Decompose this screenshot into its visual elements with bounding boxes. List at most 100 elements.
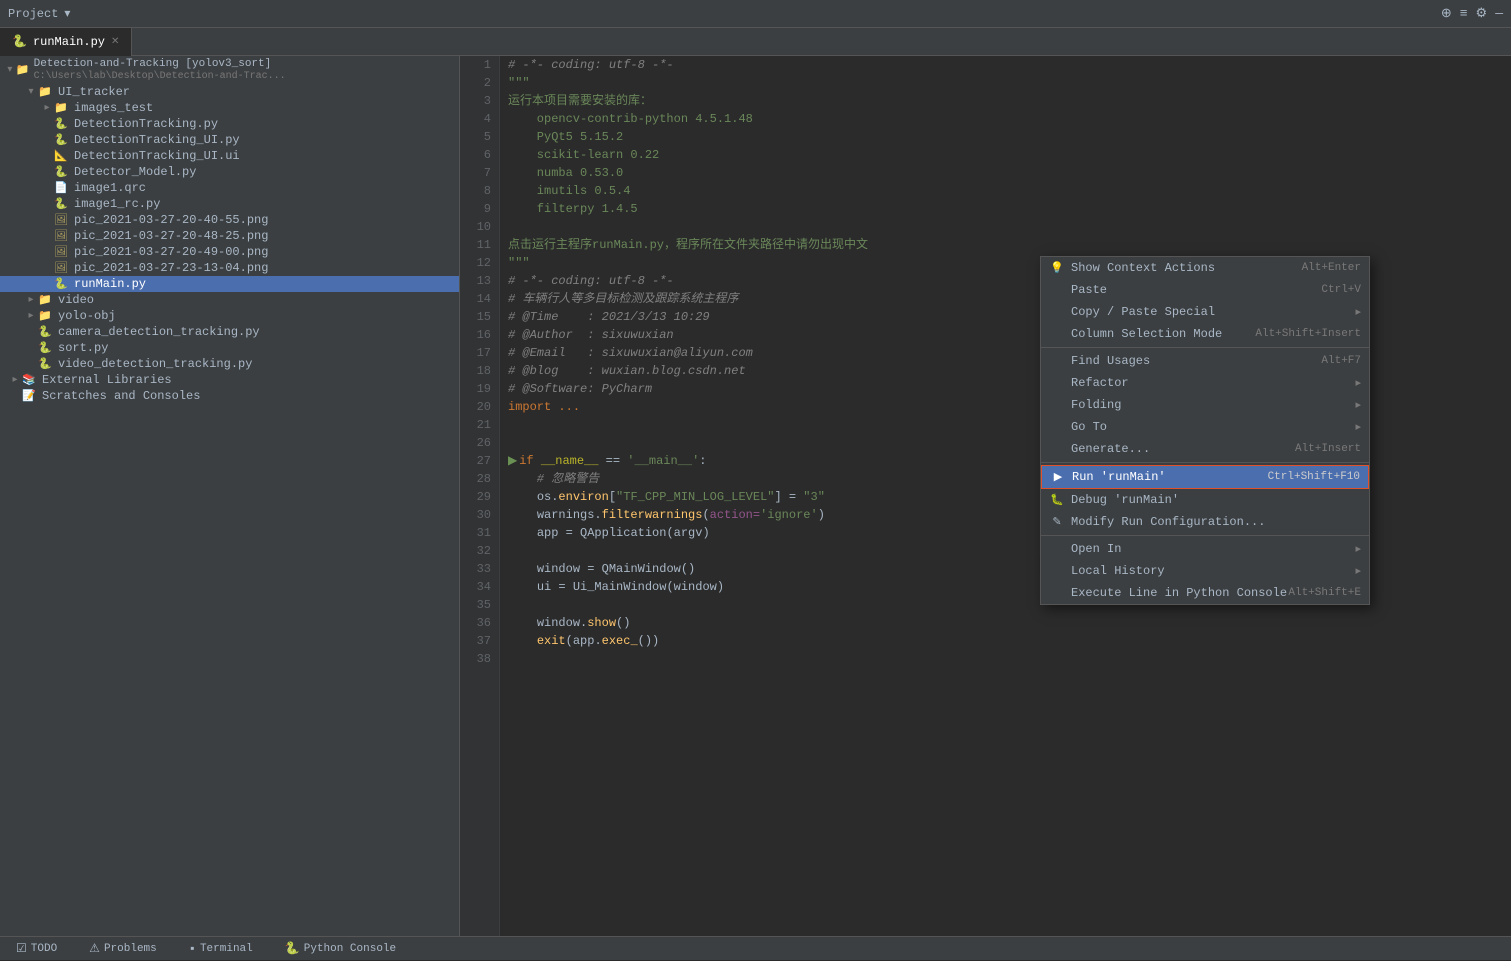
line-number-37: 37 [460, 632, 491, 650]
sidebar-item-images_test[interactable]: ▸ 📁 images_test [0, 100, 459, 116]
line-number-19: 19 [460, 380, 491, 398]
line-number-12: 12 [460, 254, 491, 272]
menu-item-paste[interactable]: Paste Ctrl+V [1041, 279, 1369, 301]
tree-label: images_test [74, 101, 153, 115]
tree-icon: 📁 [38, 293, 54, 307]
tab-bar: 🐍 runMain.py ✕ [0, 28, 1511, 56]
menu-item-left-go-to: Go To [1049, 420, 1107, 434]
tree-icon: 🖼 [54, 261, 70, 275]
sidebar-item-yolo_obj[interactable]: ▸ 📁 yolo-obj [0, 308, 459, 324]
menu-item-execute-line[interactable]: Execute Line in Python Console Alt+Shift… [1041, 582, 1369, 604]
menu-item-local-history[interactable]: Local History ▸ [1041, 560, 1369, 582]
tree-icon: 🐍 [54, 277, 70, 291]
tree-arrow: ▾ [24, 86, 38, 98]
menu-item-debug[interactable]: 🐛 Debug 'runMain' [1041, 489, 1369, 511]
line-number-4: 4 [460, 110, 491, 128]
menu-item-left-show-context: 💡 Show Context Actions [1049, 261, 1215, 275]
sidebar-item-pic_2021_03_27_20_40_55_png[interactable]: 🖼 pic_2021-03-27-20-40-55.png [0, 212, 459, 228]
tree-icon: 📐 [54, 149, 70, 163]
status-tab-terminal[interactable]: ▪ Terminal [181, 937, 261, 961]
status-tab-label-todo: TODO [31, 943, 57, 955]
tab-close-icon[interactable]: ✕ [111, 36, 119, 48]
menu-item-show-context[interactable]: 💡 Show Context Actions Alt+Enter [1041, 257, 1369, 279]
menu-label-find-usages: Find Usages [1071, 354, 1150, 368]
sidebar-item-image1_qrc[interactable]: 📄 image1.qrc [0, 180, 459, 196]
menu-item-left-run: ▶ Run 'runMain' [1050, 470, 1166, 484]
menu-item-modify-run[interactable]: ✎ Modify Run Configuration... [1041, 511, 1369, 533]
menu-item-go-to[interactable]: Go To ▸ [1041, 416, 1369, 438]
line-number-36: 36 [460, 614, 491, 632]
menu-separator [1041, 535, 1369, 536]
line-number-14: 14 [460, 290, 491, 308]
menu-item-folding[interactable]: Folding ▸ [1041, 394, 1369, 416]
sidebar-item-sort_py[interactable]: 🐍 sort.py [0, 340, 459, 356]
tree-label: pic_2021-03-27-20-49-00.png [74, 245, 268, 259]
status-tab-python-console[interactable]: 🐍 Python Console [277, 937, 404, 961]
menu-item-generate[interactable]: Generate... Alt+Insert [1041, 438, 1369, 460]
tab-runmain[interactable]: 🐍 runMain.py ✕ [0, 28, 132, 56]
sidebar-item-camera_detection_tracking_py[interactable]: 🐍 camera_detection_tracking.py [0, 324, 459, 340]
code-line-2: """ [508, 74, 1511, 92]
sidebar-item-video[interactable]: ▸ 📁 video [0, 292, 459, 308]
code-line-38 [508, 650, 1511, 668]
menu-label-paste: Paste [1071, 283, 1107, 297]
tree-icon: 🖼 [54, 245, 70, 259]
code-line-8: imutils 0.5.4 [508, 182, 1511, 200]
tab-icon: 🐍 [12, 34, 27, 49]
submenu-arrow: ▸ [1355, 398, 1361, 412]
menu-item-left-execute-line: Execute Line in Python Console [1049, 586, 1287, 600]
tree-arrow: ▸ [24, 310, 38, 322]
status-tab-todo[interactable]: ☑ TODO [8, 937, 65, 961]
menu-item-copy-paste-special[interactable]: Copy / Paste Special ▸ [1041, 301, 1369, 323]
dropdown-arrow[interactable]: ▾ [64, 6, 70, 21]
sidebar-item-detectiontracking_ui_py[interactable]: 🐍 DetectionTracking_UI.py [0, 132, 459, 148]
menu-label-generate: Generate... [1071, 442, 1150, 456]
menu-item-left-folding: Folding [1049, 398, 1121, 412]
code-line-6: scikit-learn 0.22 [508, 146, 1511, 164]
line-numbers: 1234567891011121314151617181920212627282… [460, 56, 500, 936]
menu-item-open-in[interactable]: Open In ▸ [1041, 538, 1369, 560]
status-tab-label-python-console: Python Console [304, 943, 396, 955]
menu-item-left-local-history: Local History [1049, 564, 1165, 578]
code-line-9: filterpy 1.4.5 [508, 200, 1511, 218]
sidebar-item-ui_tracker[interactable]: ▾ 📁 UI_tracker [0, 84, 459, 100]
menu-label-refactor: Refactor [1071, 376, 1129, 390]
sidebar-root[interactable]: ▾ 📁 Detection-and-Tracking [yolov3_sort]… [0, 56, 459, 84]
submenu-arrow: ▸ [1355, 420, 1361, 434]
minimize-icon[interactable]: — [1495, 6, 1503, 21]
sidebar-item-pic_2021_03_27_20_48_25_png[interactable]: 🖼 pic_2021-03-27-20-48-25.png [0, 228, 459, 244]
sidebar-item-pic_2021_03_27_23_13_04_png[interactable]: 🖼 pic_2021-03-27-23-13-04.png [0, 260, 459, 276]
sidebar-item-image1_rc_py[interactable]: 🐍 image1_rc.py [0, 196, 459, 212]
sidebar-item-scratches_and_consoles[interactable]: 📝 Scratches and Consoles [0, 388, 459, 404]
code-line-3: 运行本项目需要安装的库： [508, 92, 1511, 110]
status-tab-problems[interactable]: ⚠ Problems [81, 937, 165, 961]
globe-icon[interactable]: ⊕ [1441, 6, 1452, 21]
title-bar-icons: ⊕ ≡ ⚙ — [1441, 6, 1503, 21]
menu-item-run[interactable]: ▶ Run 'runMain' Ctrl+Shift+F10 [1041, 465, 1369, 489]
menu-item-column-selection[interactable]: Column Selection Mode Alt+Shift+Insert [1041, 323, 1369, 345]
tree-label: pic_2021-03-27-20-40-55.png [74, 213, 268, 227]
tree-label: Detector_Model.py [74, 165, 196, 179]
sidebar-item-runmain_py[interactable]: 🐍 runMain.py [0, 276, 459, 292]
sidebar-item-detector_model_py[interactable]: 🐍 Detector_Model.py [0, 164, 459, 180]
submenu-arrow: ▸ [1355, 376, 1361, 390]
menu-item-find-usages[interactable]: Find Usages Alt+F7 [1041, 350, 1369, 372]
sidebar-item-pic_2021_03_27_20_49_00_png[interactable]: 🖼 pic_2021-03-27-20-49-00.png [0, 244, 459, 260]
sidebar-item-detectiontracking_py[interactable]: 🐍 DetectionTracking.py [0, 116, 459, 132]
sidebar-item-video_detection_tracking_py[interactable]: 🐍 video_detection_tracking.py [0, 356, 459, 372]
tree-icon: 📁 [38, 85, 54, 99]
tree-icon: 🐍 [54, 117, 70, 131]
line-number-33: 33 [460, 560, 491, 578]
tree-label: video_detection_tracking.py [58, 357, 252, 371]
tab-label: runMain.py [33, 35, 105, 49]
menu-item-refactor[interactable]: Refactor ▸ [1041, 372, 1369, 394]
list-icon[interactable]: ≡ [1460, 6, 1468, 21]
sidebar-item-detectiontracking_ui_ui[interactable]: 📐 DetectionTracking_UI.ui [0, 148, 459, 164]
menu-label-folding: Folding [1071, 398, 1121, 412]
status-tab-icon-python-console: 🐍 [285, 941, 300, 956]
menu-item-left-copy-paste-special: Copy / Paste Special [1049, 305, 1215, 319]
sidebar-item-external_libraries[interactable]: ▸ 📚 External Libraries [0, 372, 459, 388]
tree-icon: 📚 [22, 373, 38, 387]
menu-item-left-generate: Generate... [1049, 442, 1150, 456]
gear-icon[interactable]: ⚙ [1476, 6, 1488, 21]
